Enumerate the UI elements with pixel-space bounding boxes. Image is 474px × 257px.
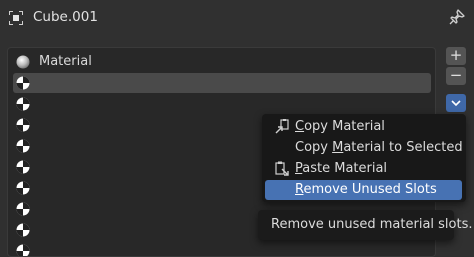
empty-material-icon <box>16 202 30 216</box>
object-data-icon <box>9 11 23 25</box>
empty-material-icon <box>16 223 30 237</box>
tooltip: Remove unused material slots. <box>258 210 454 240</box>
material-slot-row[interactable] <box>8 241 435 257</box>
object-title: Cube.001 <box>33 9 98 25</box>
menu-item-remove-unused-slots[interactable]: Remove Unused Slots <box>265 180 462 200</box>
empty-material-icon <box>16 181 30 195</box>
material-slot-row[interactable] <box>8 94 435 114</box>
material-sphere-icon <box>16 55 30 69</box>
empty-material-icon <box>16 244 30 257</box>
copy-material-icon <box>274 119 290 135</box>
menu-item-paste-material[interactable]: Paste Material <box>265 159 462 179</box>
empty-material-icon <box>16 139 30 153</box>
material-slot-row[interactable]: Material <box>8 52 435 72</box>
empty-material-icon <box>16 160 30 174</box>
chevron-down-icon <box>450 98 462 108</box>
material-specials-menu: Copy Material Copy Material to Selected … <box>262 114 466 202</box>
remove-slot-button[interactable]: − <box>446 67 466 85</box>
pin-icon[interactable] <box>448 8 466 26</box>
tooltip-text: Remove unused material slots. <box>271 217 473 232</box>
material-slot-row[interactable] <box>13 73 431 93</box>
paste-material-icon <box>274 161 290 177</box>
empty-material-icon <box>16 76 30 90</box>
material-specials-button[interactable] <box>446 94 466 112</box>
material-slot-label: Material <box>39 54 92 69</box>
add-slot-button[interactable]: + <box>446 47 466 65</box>
menu-item-copy-material-to-selected[interactable]: Copy Material to Selected <box>265 138 462 158</box>
empty-material-icon <box>16 118 30 132</box>
empty-material-icon <box>16 97 30 111</box>
menu-item-copy-material[interactable]: Copy Material <box>265 117 462 137</box>
